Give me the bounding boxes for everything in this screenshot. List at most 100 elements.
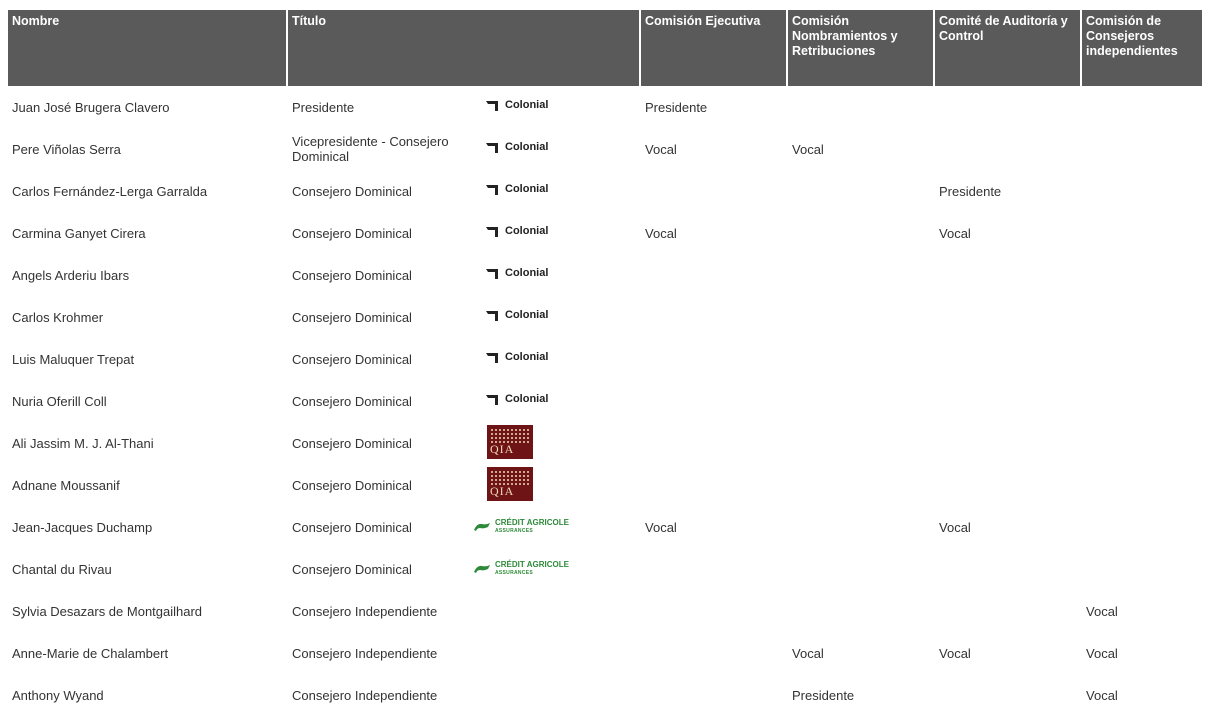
cell-nombre: Carlos Krohmer [12,309,104,325]
cell-comision-nombramientos [788,548,935,590]
cell-titulo: Consejero Dominical [292,309,412,325]
cell-comision-ejecutiva [641,590,788,632]
cell-comision-ejecutiva [641,674,788,716]
cell-titulo: Consejero Dominical [292,519,412,535]
colonial-mark-icon [486,310,498,321]
table-row: Carlos Fernández-Lerga Garralda Consejer… [8,170,1202,212]
colonial-logo: Colonial [485,266,548,281]
cell-comision-independientes [1082,464,1202,506]
cell-titulo: Consejero Dominical [292,477,412,493]
cell-nombre: Pere Viñolas Serra [12,141,121,157]
table-row: Nuria Oferill Coll Consejero Dominical C… [8,380,1202,422]
cell-titulo: Consejero Dominical [292,351,412,367]
cell-nombre: Juan José Brugera Clavero [12,99,170,115]
cell-comision-independientes: Vocal [1086,645,1118,661]
colonial-logo: Colonial [485,98,548,113]
cell-comision-nombramientos [788,212,935,254]
colonial-logo: Colonial [485,182,548,197]
cell-comision-independientes: Vocal [1086,687,1118,703]
cell-comision-nombramientos: Vocal [792,141,824,157]
cell-nombre: Angels Arderiu Ibars [12,267,130,283]
cell-comision-ejecutiva [641,464,788,506]
cell-nombre: Sylvia Desazars de Montgailhard [12,603,203,619]
colonial-logo-text: Colonial [505,267,549,279]
cell-comision-ejecutiva [641,338,788,380]
cell-comite-auditoria [935,128,1082,170]
table-row: Pere Viñolas Serra Vicepresidente - Cons… [8,128,1202,170]
cell-comision-nombramientos [788,170,935,212]
cell-nombre: Carmina Ganyet Cirera [12,225,146,241]
colonial-logo-text: Colonial [505,393,549,405]
cell-titulo: Consejero Independiente [292,603,438,619]
cell-comite-auditoria: Presidente [939,183,1002,199]
cell-comision-ejecutiva [641,254,788,296]
colonial-mark-icon [486,100,498,111]
qia-logo-text: QIA [490,441,515,456]
qia-logo-text: QIA [490,483,515,498]
cell-titulo: Presidente [292,99,355,115]
cell-nombre: Nuria Oferill Coll [12,393,107,409]
header-comision-nombramientos: Comisión Nombramientos y Retribuciones [788,10,936,86]
header-nombre: Nombre [8,10,288,86]
cell-comision-independientes [1082,170,1202,212]
cell-comite-auditoria [935,674,1082,716]
cell-comite-auditoria: Vocal [939,225,971,241]
cell-comite-auditoria [935,548,1082,590]
cell-comision-independientes [1082,422,1202,464]
qia-logo: QIA [487,424,533,459]
cell-comision-nombramientos [788,380,935,422]
cell-logo: Colonial [463,128,641,170]
cell-nombre: Anthony Wyand [12,687,104,703]
credit-agricole-logo: CRÉDIT AGRICOLE ASSURANCES [473,518,569,535]
colonial-logo-text: Colonial [505,183,549,195]
table-row: Carmina Ganyet Cirera Consejero Dominica… [8,212,1202,254]
table-row: Adnane Moussanif Consejero Dominical QIA [8,464,1202,506]
colonial-logo: Colonial [485,392,548,407]
colonial-mark-icon [486,394,498,405]
cell-comision-nombramientos [788,338,935,380]
cell-comite-auditoria [935,338,1082,380]
cell-comision-independientes [1082,212,1202,254]
credit-agricole-logo-subtext: ASSURANCES [495,569,534,576]
table-row: Juan José Brugera Clavero Presidente Col… [8,86,1202,128]
cell-comision-nombramientos [788,464,935,506]
cell-comite-auditoria [935,422,1082,464]
cell-comite-auditoria: Vocal [939,645,971,661]
header-comision-independientes: Comisión de Consejeros independientes [1082,10,1203,86]
cell-logo: Colonial [463,296,641,338]
cell-logo [463,632,641,674]
cell-logo: QIA [463,422,641,464]
cell-nombre: Jean-Jacques Duchamp [12,519,153,535]
cell-comision-independientes [1082,128,1202,170]
cell-comision-independientes: Vocal [1086,603,1118,619]
cell-nombre: Anne-Marie de Chalambert [12,645,169,661]
cell-comite-auditoria [935,86,1082,128]
colonial-logo-text: Colonial [505,225,549,237]
header-comision-ejecutiva: Comisión Ejecutiva [641,10,789,86]
cell-comision-nombramientos [788,86,935,128]
header-comite-auditoria: Comité de Auditoría y Control [935,10,1083,86]
cell-logo: Colonial [463,338,641,380]
colonial-logo-text: Colonial [505,141,549,153]
cell-titulo: Consejero Dominical [292,435,412,451]
cell-comision-nombramientos [788,590,935,632]
cell-comision-ejecutiva [641,296,788,338]
cell-comision-independientes [1082,86,1202,128]
credit-agricole-mark-icon [474,564,490,573]
cell-logo: Colonial [463,380,641,422]
colonial-logo: Colonial [485,224,548,239]
table-header-row: Nombre Título Comisión Ejecutiva Comisió… [8,10,1203,86]
cell-titulo: Consejero Independiente [292,687,438,703]
table-row: Angels Arderiu Ibars Consejero Dominical… [8,254,1202,296]
table-row: Jean-Jacques Duchamp Consejero Dominical… [8,506,1202,548]
cell-logo [463,590,641,632]
cell-logo: CRÉDIT AGRICOLE ASSURANCES [463,548,641,590]
cell-logo: Colonial [463,254,641,296]
cell-titulo: Consejero Independiente [292,645,438,661]
cell-comision-independientes [1082,548,1202,590]
cell-comite-auditoria [935,590,1082,632]
cell-comision-nombramientos: Vocal [792,645,824,661]
cell-comite-auditoria [935,380,1082,422]
board-members-table: Nombre Título Comisión Ejecutiva Comisió… [8,10,1203,716]
cell-comision-nombramientos [788,506,935,548]
